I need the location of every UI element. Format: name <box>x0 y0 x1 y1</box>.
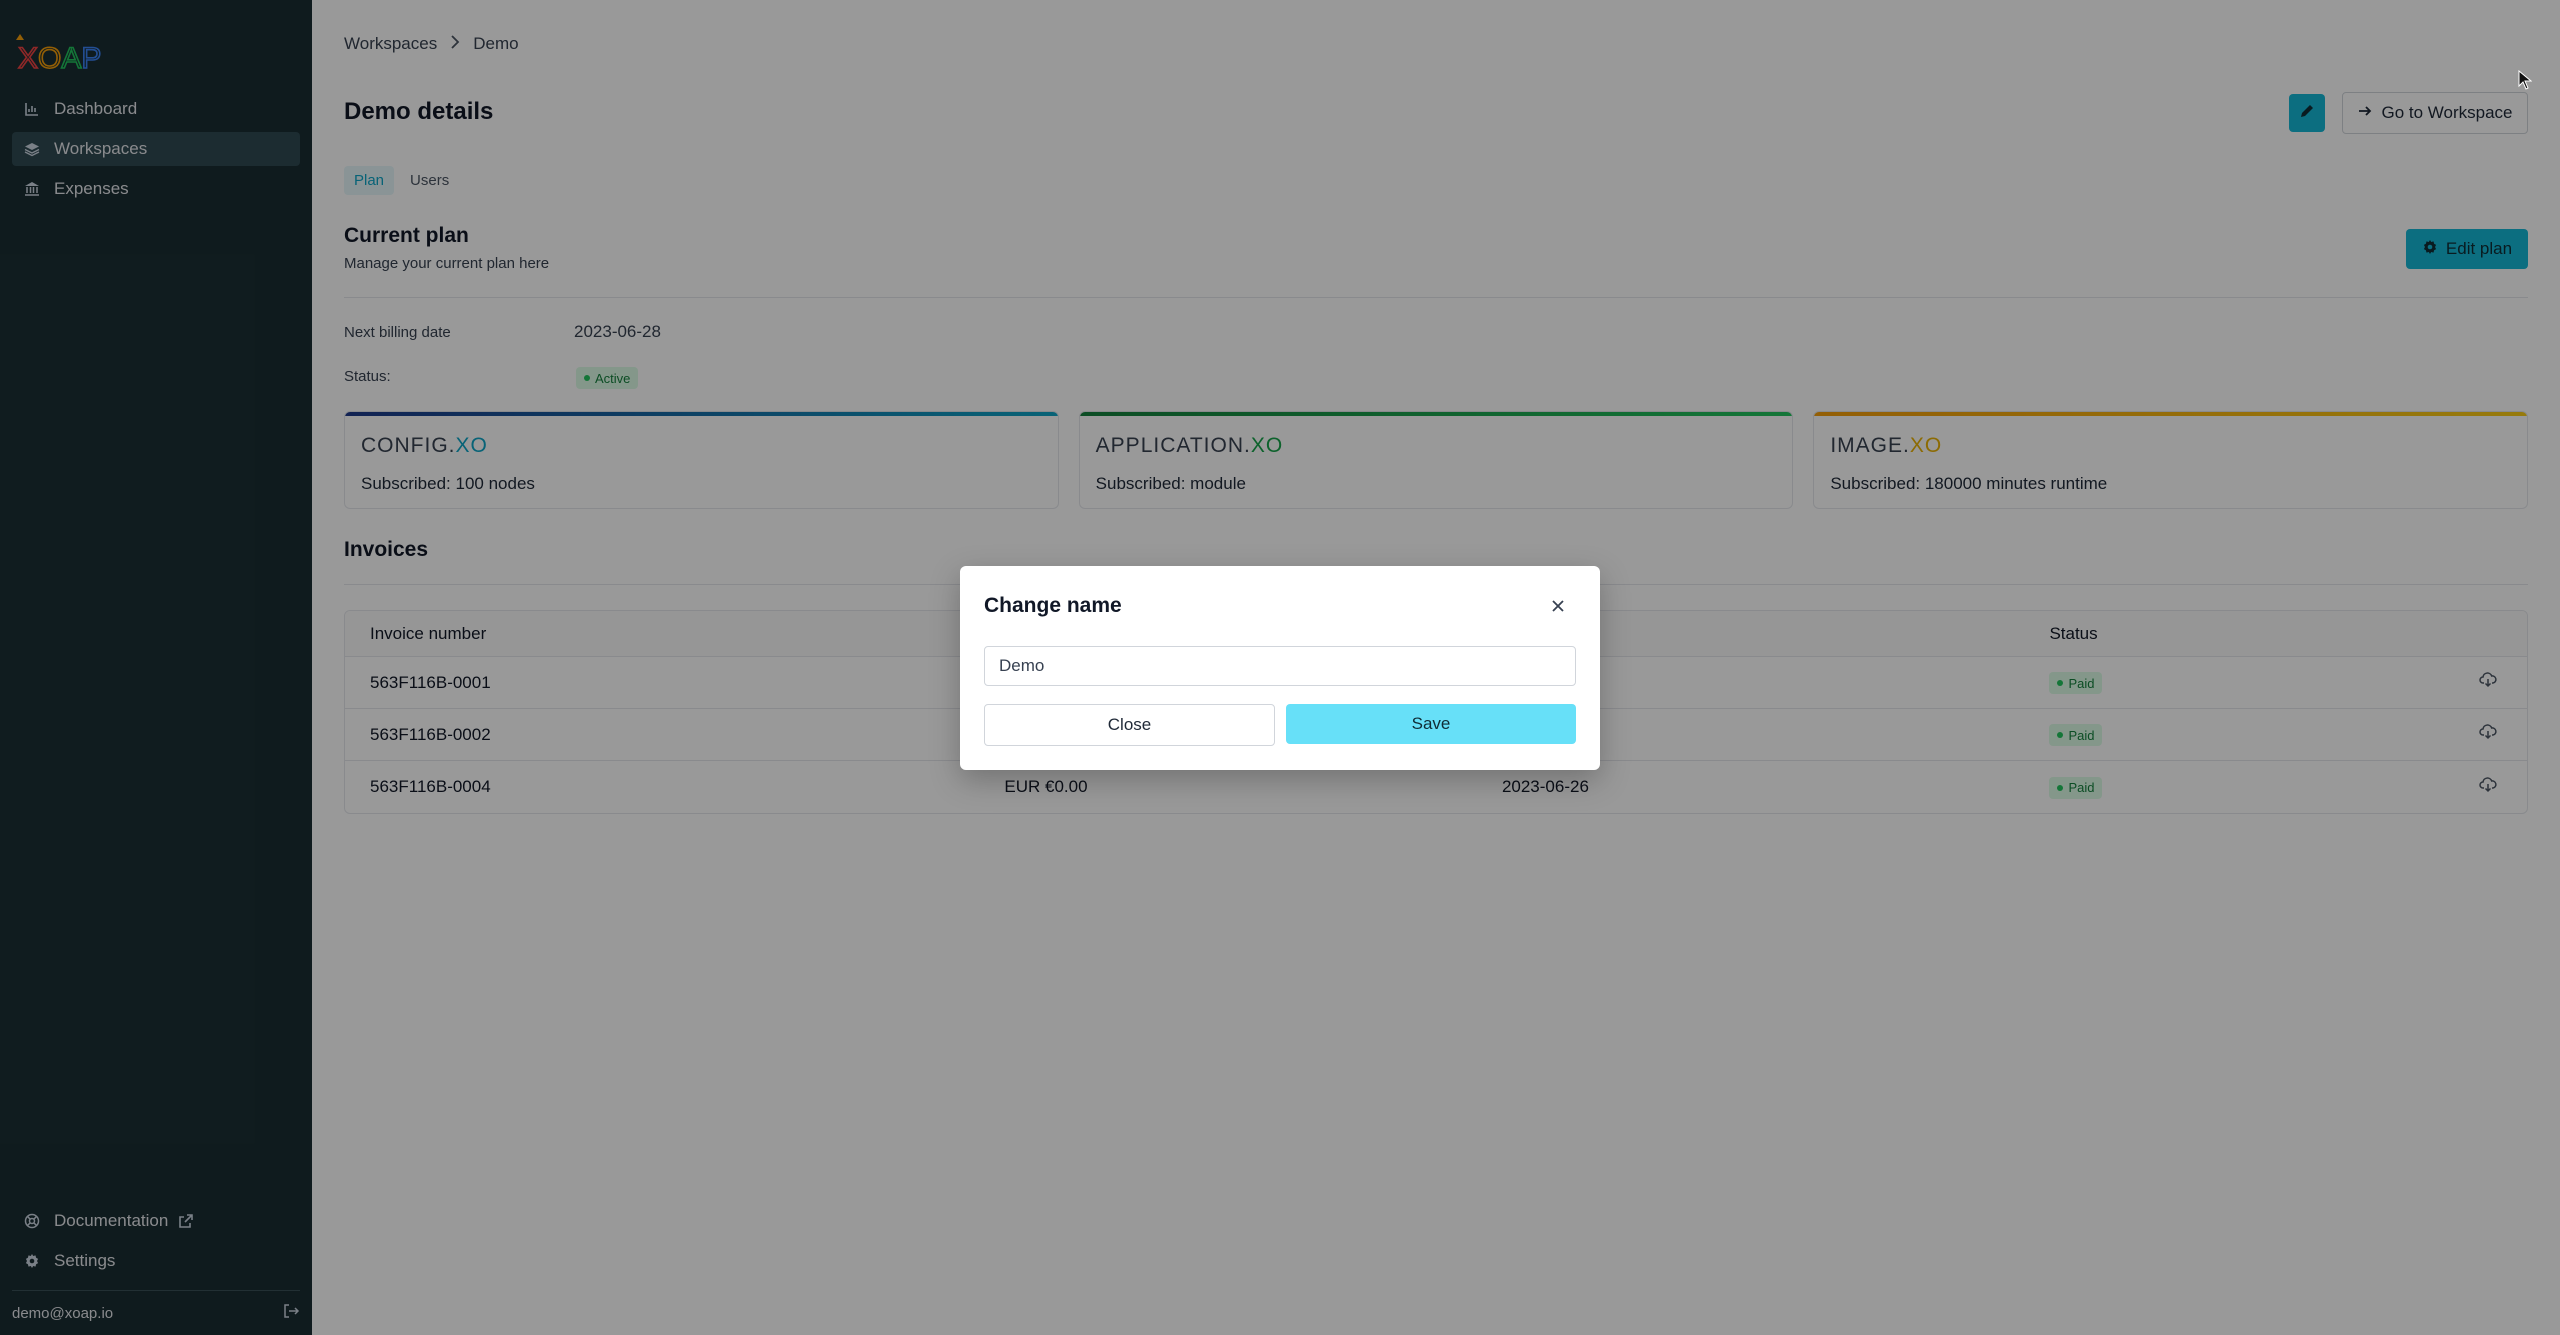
close-icon[interactable] <box>1546 594 1570 618</box>
close-button[interactable]: Close <box>984 704 1275 746</box>
change-name-dialog: Change name Close Save <box>960 566 1600 770</box>
name-input[interactable] <box>984 646 1576 686</box>
dialog-title: Change name <box>984 594 1122 617</box>
save-button[interactable]: Save <box>1286 704 1576 744</box>
mouse-cursor-icon <box>2518 69 2533 95</box>
